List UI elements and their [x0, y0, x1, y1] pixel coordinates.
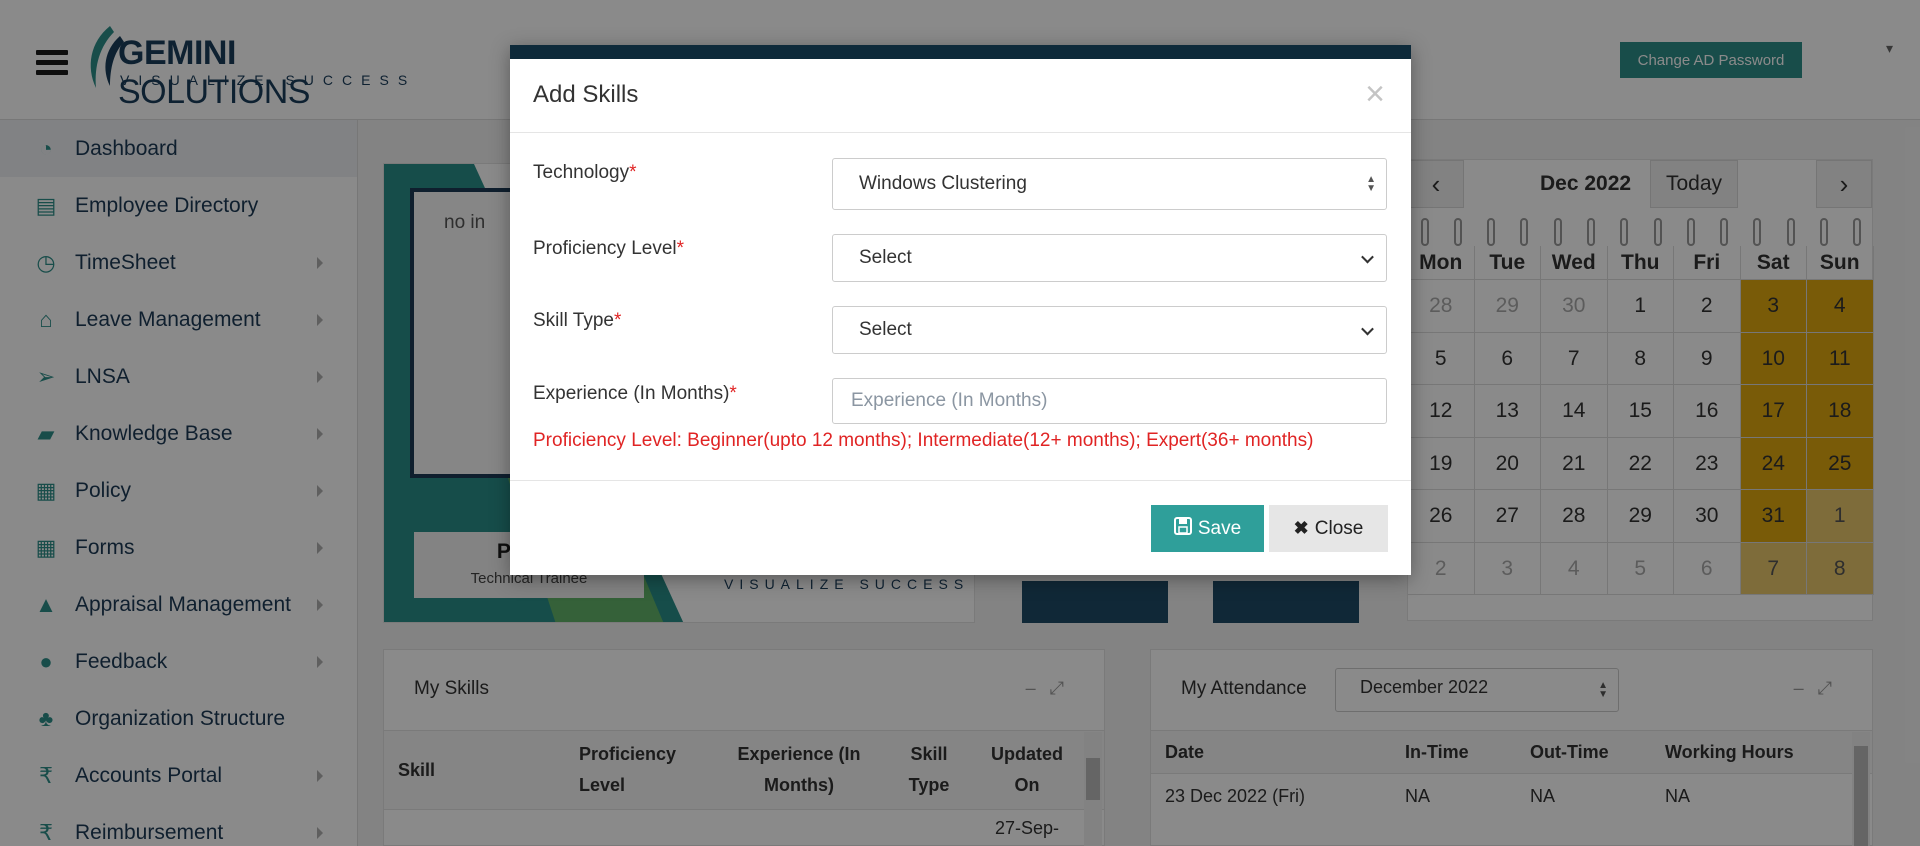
- technology-select[interactable]: Windows Clustering ▲ ▼: [832, 158, 1387, 210]
- required-marker: *: [676, 238, 685, 259]
- chevron-down-icon: [1361, 322, 1374, 336]
- modal-title: Add Skills: [533, 81, 639, 108]
- required-marker: *: [629, 162, 637, 183]
- close-icon[interactable]: ×: [1365, 77, 1385, 111]
- proficiency-value: Select: [859, 247, 912, 268]
- modal-top-bar: [510, 45, 1411, 59]
- experience-label: Experience (In Months)*: [533, 383, 737, 404]
- proficiency-select[interactable]: Select: [832, 234, 1387, 282]
- save-label: Save: [1197, 517, 1242, 539]
- chevron-down-icon: [1361, 250, 1374, 264]
- proficiency-legend-note: Proficiency Level: Beginner(upto 12 mont…: [533, 430, 1314, 451]
- experience-placeholder: Experience (In Months): [851, 390, 1048, 411]
- select-updown-icon: ▲ ▼: [1366, 174, 1376, 194]
- technology-label: Technology*: [533, 162, 637, 183]
- experience-input[interactable]: Experience (In Months): [832, 378, 1387, 424]
- technology-value: Windows Clustering: [859, 173, 1027, 194]
- close-label: Close: [1314, 517, 1364, 539]
- required-marker: *: [613, 310, 622, 331]
- close-button[interactable]: ✖ Close: [1269, 505, 1388, 552]
- add-skills-modal: Add Skills × Technology* Windows Cluster…: [510, 45, 1411, 575]
- times-icon: ✖: [1293, 518, 1309, 538]
- skill-type-value: Select: [859, 319, 912, 340]
- floppy-disk-icon: [1173, 517, 1192, 540]
- modal-header: Add Skills ×: [510, 59, 1411, 133]
- skill-type-label: Skill Type*: [533, 310, 622, 331]
- modal-footer: Save ✖ Close: [510, 480, 1411, 575]
- save-button[interactable]: Save: [1151, 505, 1264, 552]
- proficiency-label: Proficiency Level*: [533, 238, 685, 259]
- skill-type-select[interactable]: Select: [832, 306, 1387, 354]
- required-marker: *: [729, 383, 737, 404]
